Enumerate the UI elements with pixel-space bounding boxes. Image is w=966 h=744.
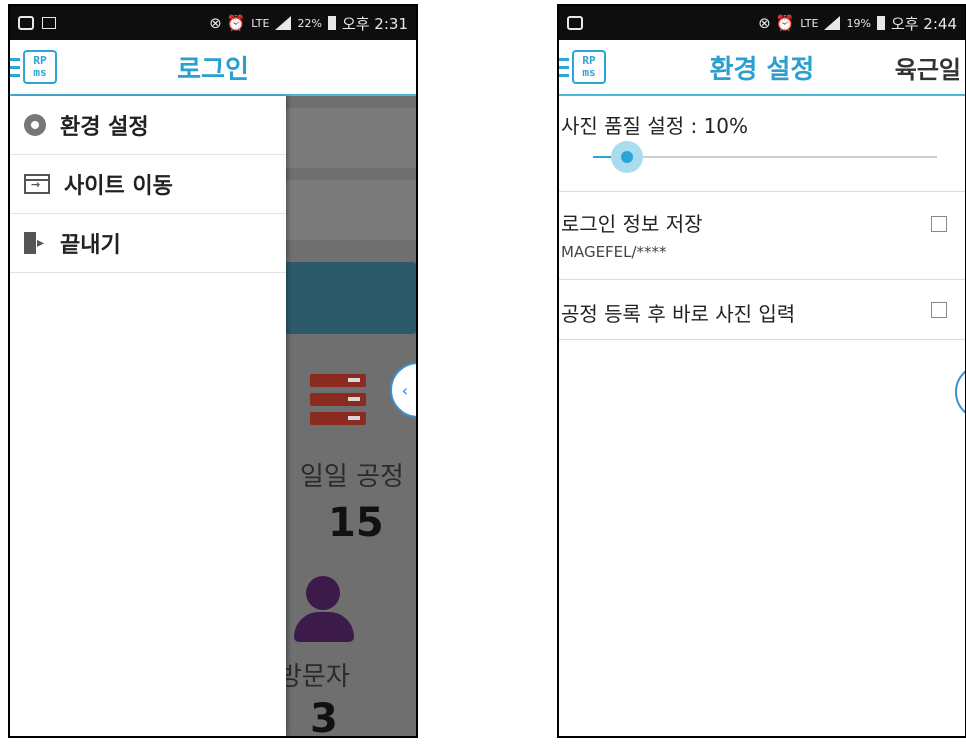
signal-icon <box>275 16 292 30</box>
drawer-item-exit[interactable]: ▸ 끝내기 <box>10 214 286 273</box>
status-bar: ⊗ ⏰ LTE 19% 오후 2:44 <box>559 6 965 40</box>
daily-process-icon <box>310 374 366 431</box>
chevron-left-icon: ‹ <box>401 380 409 400</box>
visitor-label: 방문자 <box>278 662 350 692</box>
navigation-drawer: 환경 설정 사이트 이동 ▸ 끝내기 <box>10 96 286 736</box>
app-bar: RP ms 환경 설정 육근일 <box>559 40 965 96</box>
user-name: 육근일 <box>894 55 961 84</box>
save-login-checkbox[interactable] <box>931 216 947 232</box>
battery-icon <box>876 16 885 30</box>
status-bar: ⊗ ⏰ LTE 22% 오후 2:31 <box>10 6 416 40</box>
visitor-icon <box>294 576 354 644</box>
exit-icon: ▸ <box>24 232 46 254</box>
daily-process-label: 일일 공정 <box>300 462 404 492</box>
battery-icon <box>327 16 336 30</box>
notification-icon <box>567 16 583 30</box>
left-phone-screen: ⊗ ⏰ LTE 22% 오후 2:31 일일 공정 15 방문자 3 RP ms… <box>8 4 418 738</box>
drawer-item-site-move[interactable]: 사이트 이동 <box>10 155 286 214</box>
save-login-label: 로그인 정보 저장 <box>561 212 703 236</box>
save-login-setting[interactable]: 로그인 정보 저장 MAGEFEL/**** <box>559 192 965 280</box>
photo-quality-label: 사진 품질 설정 : 10% <box>561 114 749 138</box>
notification-icon <box>18 16 34 30</box>
app-bar: RP ms 로그인 <box>10 40 416 96</box>
side-panel-handle[interactable]: ‹ <box>955 364 965 420</box>
drawer-item-settings[interactable]: 환경 설정 <box>10 96 286 155</box>
alarm-icon: ⊗ ⏰ <box>758 14 795 32</box>
network-type: LTE <box>251 16 270 30</box>
battery-percent: 19% <box>846 16 871 30</box>
signal-icon <box>824 16 841 30</box>
photo-quality-slider[interactable] <box>593 141 937 173</box>
alarm-icon: ⊗ ⏰ <box>209 14 246 32</box>
network-type: LTE <box>800 16 819 30</box>
image-notification-icon <box>42 17 56 29</box>
gear-icon <box>24 114 46 136</box>
drawer-item-label: 사이트 이동 <box>64 174 173 199</box>
photo-after-register-setting[interactable]: 공정 등록 후 바로 사진 입력 <box>559 280 965 340</box>
settings-list: 사진 품질 설정 : 10% 로그인 정보 저장 MAGEFEL/**** 공정… <box>559 96 965 340</box>
photo-quality-setting: 사진 품질 설정 : 10% <box>559 96 965 192</box>
visitor-count: 3 <box>310 696 338 738</box>
slider-thumb[interactable] <box>611 141 643 173</box>
daily-process-count: 15 <box>328 500 384 546</box>
battery-percent: 22% <box>297 16 322 30</box>
page-title: 로그인 <box>177 54 249 85</box>
drawer-item-label: 환경 설정 <box>60 115 149 140</box>
site-move-icon <box>24 174 50 194</box>
drawer-item-label: 끝내기 <box>60 233 121 258</box>
status-time: 오후 2:31 <box>341 14 408 33</box>
status-time: 오후 2:44 <box>890 14 957 33</box>
save-login-value: MAGEFEL/**** <box>561 243 667 261</box>
photo-after-register-checkbox[interactable] <box>931 302 947 318</box>
photo-after-register-label: 공정 등록 후 바로 사진 입력 <box>561 302 796 326</box>
right-phone-screen: ⊗ ⏰ LTE 19% 오후 2:44 RP ms 환경 설정 육근일 사진 품… <box>557 4 966 738</box>
